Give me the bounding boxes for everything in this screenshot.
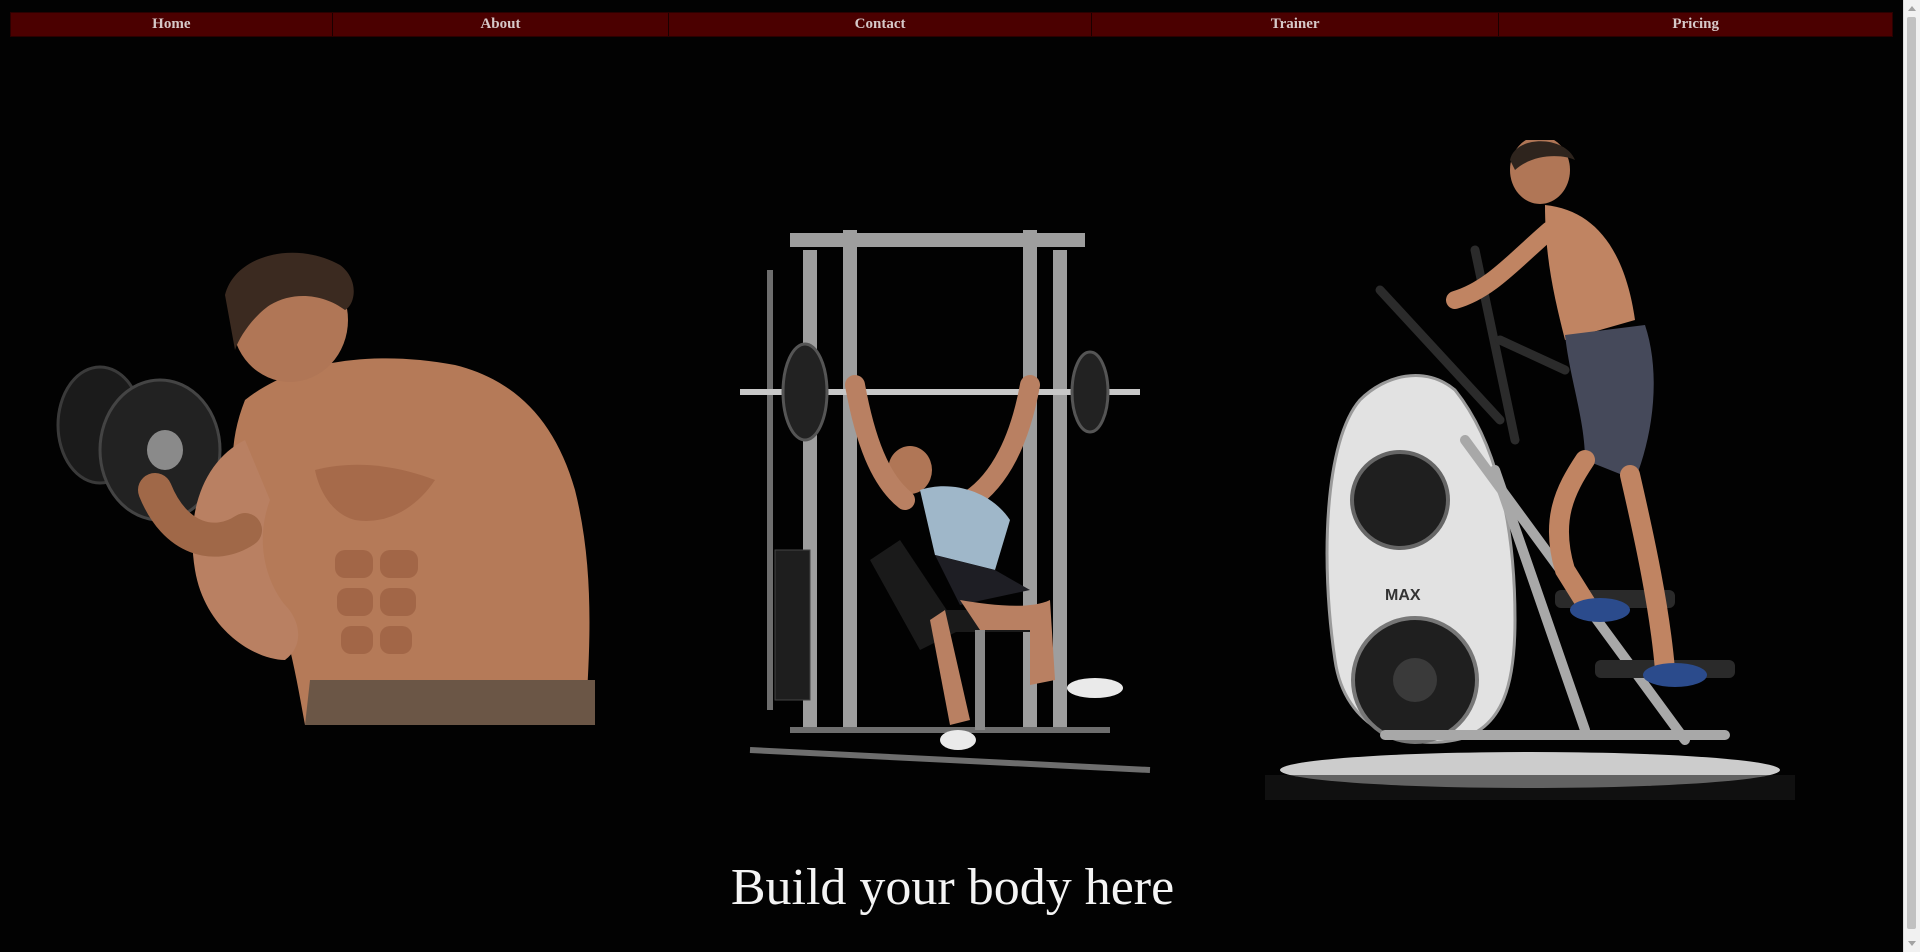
elliptical-trainer-photo: MAX bbox=[1265, 140, 1795, 800]
scroll-down-arrow-icon[interactable] bbox=[1908, 941, 1916, 946]
dumbbell-curl-photo bbox=[56, 252, 595, 725]
nav-about-link[interactable]: About bbox=[333, 13, 670, 36]
nav-pricing-link[interactable]: Pricing bbox=[1499, 13, 1892, 36]
smith-machine-photo bbox=[740, 230, 1151, 773]
nav-contact-link[interactable]: Contact bbox=[669, 13, 1092, 36]
nav-trainer-link[interactable]: Trainer bbox=[1092, 13, 1500, 36]
top-nav: Home About Contact Trainer Pricing bbox=[10, 12, 1893, 37]
page-headline: Build your body here bbox=[730, 859, 1175, 916]
svg-text:MAX: MAX bbox=[1385, 587, 1421, 604]
nav-home-link[interactable]: Home bbox=[11, 13, 333, 36]
vertical-scrollbar[interactable] bbox=[1903, 0, 1920, 952]
scroll-up-arrow-icon[interactable] bbox=[1908, 6, 1916, 11]
page: Home About Contact Trainer Pricing MAX B… bbox=[0, 0, 1920, 952]
scrollbar-thumb[interactable] bbox=[1907, 17, 1916, 929]
